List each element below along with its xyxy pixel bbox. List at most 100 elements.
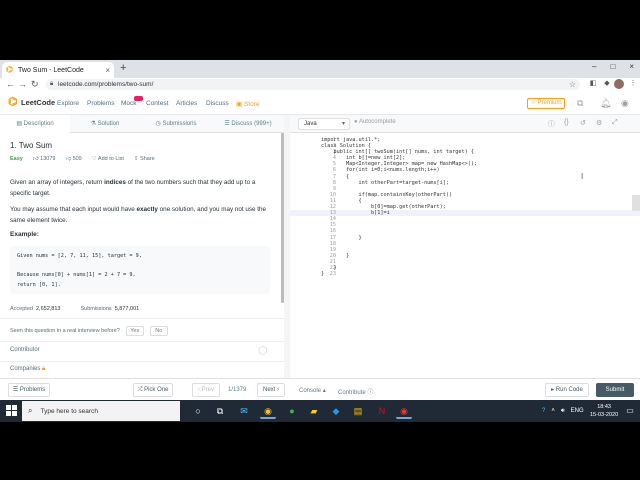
premium-button[interactable]: ☆ Premium — [527, 98, 565, 109]
assumption-text: You may assume that each input would hav… — [10, 206, 137, 213]
url-field[interactable]: 🔒︎ leetcode.com/problems/two-sum/ ☆ — [46, 79, 580, 90]
tab-submissions[interactable]: ◷ Submissions — [140, 115, 212, 133]
problems-list-button[interactable]: ☰ Problems — [8, 383, 50, 397]
description-icon: ▤ — [16, 121, 24, 127]
browser-tab[interactable]: ⌬ Two Sum - LeetCode × — [2, 62, 114, 78]
forward-arrow-icon[interactable]: → — [18, 78, 27, 91]
companies-label: Companies — [10, 366, 41, 372]
mail-icon[interactable]: ✉ — [236, 403, 252, 419]
no-button[interactable]: No — [149, 326, 168, 336]
leetcode-favicon-icon: ⌬ — [6, 65, 13, 74]
netflix-icon[interactable]: N — [374, 403, 390, 419]
thumbs-down-icon: 👎︎ — [65, 156, 73, 162]
code-editor[interactable]: 1 import java.util.*; 2 class Solution {3 p… — [290, 137, 640, 378]
back-arrow-icon[interactable]: ← — [6, 78, 15, 91]
nav-contest[interactable]: Contest — [146, 100, 168, 107]
volume-icon[interactable]: 🔊︎ — [561, 408, 565, 415]
nav-articles[interactable]: Articles — [176, 100, 197, 107]
chevron-up-icon[interactable]: ˄ — [551, 408, 555, 414]
new-tab-button[interactable]: + — [120, 62, 126, 74]
run-code-button[interactable]: ▸ Run Code — [545, 383, 589, 397]
notification-bell-icon[interactable]: 🔔︎ — [600, 98, 611, 109]
nav-discuss[interactable]: Discuss — [206, 100, 229, 107]
reload-icon[interactable]: ↻ — [31, 78, 39, 91]
language-select[interactable]: Java ▾ — [298, 118, 350, 130]
dropbox-icon[interactable]: ◆ — [328, 403, 344, 419]
file-explorer-icon[interactable]: ▰ — [306, 403, 322, 419]
contributor-section[interactable]: Contributor — [10, 347, 40, 353]
user-avatar-icon[interactable]: ◉ — [621, 98, 629, 109]
next-button[interactable]: Next › — [257, 383, 285, 397]
tab-discuss[interactable]: ☰ Discuss (999+) — [212, 115, 284, 133]
problem-tabs: ▤ Description ⚗ Solution ◷ Submissions ☰… — [0, 115, 284, 133]
profile-avatar[interactable] — [614, 79, 624, 89]
taskbar-search[interactable]: ⌕ Type here to search — [22, 401, 180, 421]
close-window-button[interactable]: × — [629, 62, 634, 71]
tab-solution[interactable]: ⚗ Solution — [70, 115, 140, 133]
divider — [0, 361, 284, 362]
divider — [0, 318, 284, 319]
contribute-toggle[interactable]: Contribute ⓘ — [338, 387, 373, 396]
add-to-list-label: Add to List — [97, 156, 124, 162]
tab-submissions-label: Submissions — [162, 121, 197, 127]
yes-button[interactable]: Yes — [125, 326, 144, 336]
maximize-button[interactable]: □ — [610, 62, 615, 71]
interview-question-text: Seen this question in a real interview b… — [10, 328, 120, 334]
new-badge — [134, 96, 143, 101]
submit-button[interactable]: Submit — [596, 383, 634, 397]
nav-problems[interactable]: Problems — [87, 100, 114, 107]
fullscreen-icon[interactable]: ⤢ — [612, 119, 618, 127]
leetcode-logo[interactable]: ⌬ LeetCode — [8, 97, 55, 108]
share-label: Share — [140, 156, 155, 162]
problem-title: 1. Two Sum — [10, 141, 53, 150]
clock-time: 18:43 — [597, 404, 611, 410]
notifications-icon[interactable]: ▭ — [622, 403, 638, 419]
nav-mock[interactable]: Mock — [121, 100, 137, 107]
store-icon: ▣ — [236, 101, 244, 108]
settings-icon[interactable]: ⚙ — [596, 119, 602, 127]
nav-store[interactable]: ▣ Store — [236, 100, 260, 108]
task-view-icon[interactable]: ⧉ — [212, 403, 228, 419]
minimize-button[interactable]: – — [592, 62, 596, 71]
leetcode-navbar: ⌬ LeetCode Explore Problems Mock Contest… — [0, 91, 640, 115]
nav-explore[interactable]: Explore — [57, 100, 79, 107]
extension-icon[interactable]: ◧ — [588, 79, 598, 89]
prev-button[interactable]: ‹ Prev — [192, 383, 220, 397]
pick-one-button[interactable]: ⤮ Pick One — [133, 383, 173, 397]
menu-kebab-icon[interactable]: ⋮ — [628, 79, 638, 89]
help-icon[interactable]: ? — [542, 408, 545, 414]
tab-description[interactable]: ▤ Description — [0, 115, 70, 133]
url-text: leetcode.com/problems/two-sum/ — [58, 81, 154, 88]
editor-panel: Java ▾ ● Autocomplete ⓘ {} ↺ ⚙ ⤢ 1 import… — [290, 115, 640, 378]
statement-text: Given an array of integers, return — [10, 179, 105, 186]
system-clock[interactable]: 18:43 15-03-2020 — [590, 403, 618, 419]
playground-icon[interactable]: ⧉ — [577, 98, 583, 109]
problem-panel: ▤ Description ⚗ Solution ◷ Submissions ☰… — [0, 115, 284, 378]
recorder-icon[interactable]: ◉ — [396, 403, 412, 419]
code-line[interactable]: 23} — [290, 271, 640, 277]
notes-icon[interactable]: ▤ — [350, 403, 366, 419]
app-green-icon[interactable]: ● — [284, 403, 300, 419]
share-button[interactable]: ⇪ Share — [134, 156, 155, 162]
chrome-icon[interactable]: ◉ — [260, 403, 276, 419]
next-label: Next — [262, 387, 276, 393]
companies-section[interactable]: Companies 🔒︎ — [10, 366, 45, 373]
side-panel-tab[interactable] — [632, 195, 640, 211]
language-indicator[interactable]: ENG — [571, 408, 584, 414]
bookmark-star-icon[interactable]: ☆ — [569, 79, 576, 90]
autocomplete-toggle[interactable]: ● Autocomplete — [354, 119, 396, 125]
info-icon[interactable]: ⓘ — [548, 119, 555, 129]
example-block: Given nums = [2, 7, 11, 15], target = 9,… — [10, 246, 270, 294]
braces-icon[interactable]: {} — [564, 119, 569, 126]
add-to-list-button[interactable]: ♡ Add to List — [92, 156, 124, 162]
reset-icon[interactable]: ↺ — [580, 119, 586, 127]
windows-start-icon[interactable] — [6, 405, 17, 416]
console-toggle[interactable]: Console ▴ — [299, 387, 326, 394]
problem-statement: Given an array of integers, return indic… — [10, 177, 272, 199]
tab-close-icon[interactable]: × — [105, 66, 110, 75]
chevron-down-icon: ▾ — [341, 121, 345, 127]
cortana-icon[interactable]: ○ — [190, 403, 206, 419]
extension-b-icon[interactable]: ◆ — [602, 79, 612, 89]
dislikes-button[interactable]: 👎︎ 509 — [65, 156, 81, 162]
likes-button[interactable]: 👍︎ 13079 — [33, 156, 56, 162]
